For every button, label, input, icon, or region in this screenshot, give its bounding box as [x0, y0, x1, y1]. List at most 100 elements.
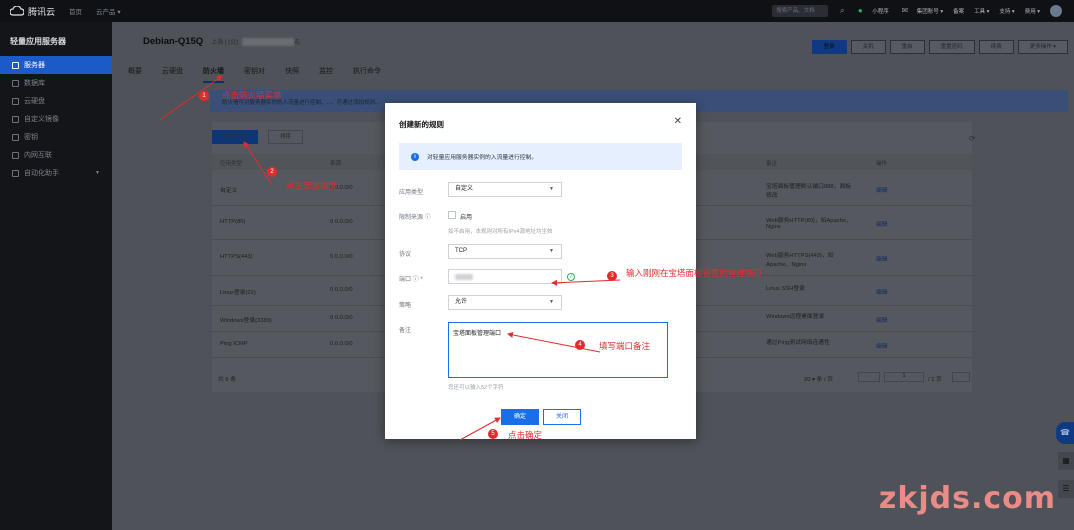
- mail-icon[interactable]: ✉: [899, 5, 911, 17]
- first-page-button[interactable]: [858, 372, 880, 382]
- nav-group-account[interactable]: 集团账号 ▾: [917, 7, 943, 15]
- restart-button[interactable]: 重启: [889, 40, 925, 54]
- list-icon[interactable]: ☰: [1058, 480, 1074, 498]
- policy-select[interactable]: 允许 ▼: [448, 295, 562, 310]
- policy-value: 允许: [455, 299, 468, 305]
- step-badge-4: 4: [575, 340, 585, 350]
- sidebar-item-label: 服务器: [24, 62, 45, 69]
- login-button[interactable]: 登录: [811, 40, 847, 54]
- protocol-select[interactable]: TCP ▼: [448, 244, 562, 259]
- brand-logo[interactable]: 腾讯云: [10, 5, 55, 18]
- nav-support[interactable]: 支持 ▾: [999, 7, 1014, 15]
- tab-keypair[interactable]: 密钥对: [244, 66, 265, 83]
- sidebar-item-keys[interactable]: 密钥: [0, 128, 112, 146]
- rule-note: Windows远程桌面登录: [766, 314, 825, 320]
- sidebar-item-label: 自定义镜像: [24, 116, 59, 123]
- close-button[interactable]: 关闭: [543, 409, 581, 425]
- enable-label: 启用: [460, 215, 473, 221]
- help-icon[interactable]: ⓘ: [425, 215, 431, 221]
- back-arrow-icon[interactable]: ←: [122, 37, 131, 47]
- page-number-input[interactable]: 1: [884, 372, 924, 382]
- next-page-button[interactable]: [952, 372, 970, 382]
- renew-button[interactable]: 续费: [978, 40, 1014, 54]
- breadcrumb: ← Debian-Q15Q 上海 | (公) 右: [122, 36, 300, 47]
- sidebar-item-database[interactable]: 数据库: [0, 74, 112, 92]
- sidebar-item-automation[interactable]: 自动化助手 ▼: [0, 164, 112, 182]
- app-type-value: 自定义: [455, 186, 474, 192]
- edit-rule-link[interactable]: 编辑: [876, 341, 888, 350]
- chevron-down-icon: ▼: [95, 170, 100, 176]
- instance-region: 上海 | (公) 右: [211, 37, 300, 47]
- edit-rule-link[interactable]: 编辑: [876, 254, 888, 263]
- rule-note: Web服务HTTP(80)，如Apache、Nginx: [766, 218, 852, 230]
- instance-actions: 登录 关机 重启 重置密码 续费 更多操作 ▾: [811, 40, 1068, 54]
- refresh-icon[interactable]: ⟳: [969, 134, 976, 143]
- tab-firewall[interactable]: 防火墙: [203, 66, 224, 83]
- tab-cloud-disk[interactable]: 云硬盘: [162, 66, 183, 83]
- disk-icon: [12, 97, 19, 105]
- annotation-1: 点击防火墙菜单: [222, 90, 282, 100]
- col-app-type: 应用类型: [220, 161, 243, 167]
- rule-source: 0.0.0.0/0: [330, 341, 353, 347]
- nav-billing[interactable]: 费用 ▾: [1025, 7, 1040, 15]
- tab-overview[interactable]: 概要: [128, 66, 142, 83]
- key-icon: [12, 133, 19, 141]
- annotation-2: 点击添加规则: [286, 181, 338, 191]
- rule-source: 0.0.0.0/0: [330, 315, 353, 321]
- edit-rule-link[interactable]: 编辑: [876, 315, 888, 324]
- database-icon: [12, 79, 19, 87]
- close-icon[interactable]: ✕: [674, 117, 682, 127]
- port-input[interactable]: [448, 269, 562, 284]
- edit-rule-link[interactable]: 编辑: [876, 219, 888, 228]
- network-icon: [12, 151, 19, 159]
- tab-snapshot[interactable]: 快照: [285, 66, 299, 83]
- nav-home[interactable]: 首页: [69, 6, 82, 16]
- edit-rule-link[interactable]: 编辑: [876, 185, 888, 194]
- sort-button[interactable]: 排序: [268, 130, 304, 144]
- search-icon[interactable]: ⌕: [836, 5, 848, 17]
- sidebar-item-images[interactable]: 自定义镜像: [0, 110, 112, 128]
- help-chat-icon[interactable]: ☎: [1056, 422, 1074, 444]
- search-input[interactable]: 搜索产品、文档: [772, 5, 829, 17]
- tab-run-command[interactable]: 执行命令: [353, 66, 381, 83]
- feedback-icon[interactable]: ▦: [1058, 452, 1074, 470]
- app-type-select[interactable]: 自定义 ▼: [448, 182, 562, 197]
- app-type-label: 应用类型: [399, 190, 424, 196]
- rule-type: HTTPS(443): [220, 254, 253, 260]
- blurred-ip: [242, 38, 295, 47]
- sidebar-title: 轻量应用服务器: [10, 37, 66, 46]
- page-size-select[interactable]: 20 ▾ 条 / 页: [804, 374, 833, 383]
- more-actions-button[interactable]: 更多操作 ▾: [1017, 40, 1068, 54]
- nav-tools[interactable]: 工具 ▾: [974, 7, 989, 15]
- page-total: / 1 页: [928, 377, 942, 383]
- mini-program-icon: ●: [857, 6, 863, 15]
- blurred-port: [455, 274, 473, 280]
- rule-note: 宝塔面板管理默认端口888，面板修改: [766, 184, 852, 199]
- reset-password-button[interactable]: 重置密码: [928, 40, 975, 54]
- annotation-4: 填写端口备注: [599, 341, 651, 351]
- watermark: zkjds.com: [878, 481, 1056, 516]
- sidebar-item-label: 自动化助手: [24, 170, 59, 177]
- total-count: 共 6 条: [218, 377, 237, 383]
- nav-beian[interactable]: 备案: [953, 7, 964, 15]
- sidebar-item-servers[interactable]: 服务器: [0, 56, 112, 74]
- nav-products[interactable]: 云产品 ▾: [96, 6, 121, 16]
- sidebar-item-disk[interactable]: 云硬盘: [0, 92, 112, 110]
- rule-type: 自定义: [220, 188, 238, 194]
- shutdown-button[interactable]: 关机: [850, 40, 886, 54]
- sidebar-item-label: 云硬盘: [24, 98, 45, 105]
- nav-mini-program[interactable]: 小程序: [872, 7, 889, 15]
- detail-tabs: 概要 云硬盘 防火墙 密钥对 快照 监控 执行命令: [128, 66, 401, 83]
- rule-type: Linux登录(22): [220, 290, 256, 296]
- tab-monitor[interactable]: 监控: [319, 66, 333, 83]
- info-banner: i 对轻量应用服务器实例的入流量进行控制。: [399, 143, 682, 170]
- enable-checkbox[interactable]: [448, 211, 456, 219]
- edit-rule-link[interactable]: 编辑: [876, 287, 888, 296]
- region-prefix: 上海 | (公): [211, 39, 239, 46]
- avatar[interactable]: [1050, 5, 1062, 17]
- sidebar-item-network[interactable]: 内网互联: [0, 146, 112, 164]
- rule-type: HTTP(80): [220, 219, 246, 225]
- step-badge-3: 3: [607, 271, 617, 281]
- add-rule-button[interactable]: 添加规则: [212, 130, 259, 144]
- confirm-button[interactable]: 确定: [501, 409, 539, 425]
